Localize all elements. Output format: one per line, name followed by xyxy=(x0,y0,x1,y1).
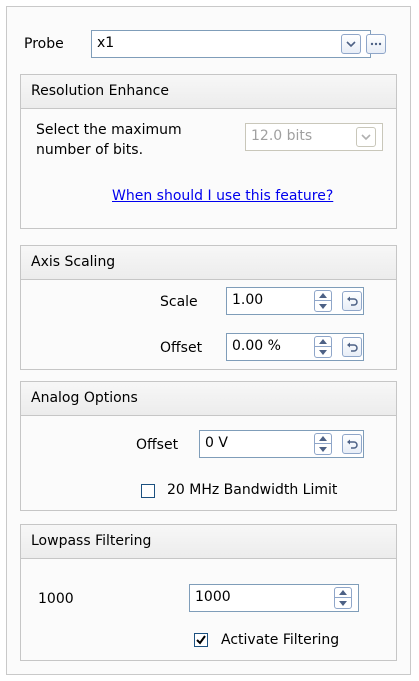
scale-value: 1.00 xyxy=(232,292,264,308)
scale-label: Scale xyxy=(160,294,198,310)
ellipsis-icon xyxy=(370,42,382,46)
scale-spinner[interactable] xyxy=(314,290,332,312)
analog-offset-value: 0 V xyxy=(205,435,228,451)
bits-dropdown-button[interactable] xyxy=(356,127,376,147)
spin-down-icon[interactable] xyxy=(315,444,331,454)
probe-value: x1 xyxy=(97,35,115,51)
probe-select[interactable]: x1 xyxy=(91,30,371,58)
scale-reset-button[interactable] xyxy=(342,291,362,311)
spin-down-icon[interactable] xyxy=(315,347,331,357)
analog-offset-spinner[interactable] xyxy=(314,433,332,455)
chevron-down-icon xyxy=(346,41,356,48)
axis-offset-reset-button[interactable] xyxy=(342,337,362,357)
spin-down-icon[interactable] xyxy=(335,598,351,608)
axis-scaling-title: Axis Scaling xyxy=(21,246,396,280)
probe-dropdown-button[interactable] xyxy=(341,34,361,54)
resolution-description-line1: Select the maximum xyxy=(36,122,182,138)
help-link[interactable]: When should I use this feature? xyxy=(112,188,333,204)
bandwidth-limit-label[interactable]: 20 MHz Bandwidth Limit xyxy=(167,482,337,498)
lowpass-field-value: 1000 xyxy=(195,589,231,605)
resolution-enhance-title: Resolution Enhance xyxy=(21,75,396,109)
bits-value: 12.0 bits xyxy=(251,128,313,144)
analog-offset-reset-button[interactable] xyxy=(342,434,362,454)
lowpass-spinner[interactable] xyxy=(334,587,352,609)
axis-offset-label: Offset xyxy=(160,340,203,356)
analog-offset-input[interactable]: 0 V xyxy=(199,430,364,458)
undo-icon xyxy=(347,342,358,352)
chevron-down-icon xyxy=(361,134,371,141)
probe-more-button[interactable] xyxy=(366,34,386,54)
spin-up-icon[interactable] xyxy=(315,434,331,444)
spin-down-icon[interactable] xyxy=(315,301,331,311)
analog-options-title: Analog Options xyxy=(21,382,396,416)
undo-icon xyxy=(347,296,358,306)
activate-filtering-checkbox[interactable] xyxy=(194,633,208,647)
probe-label: Probe xyxy=(24,36,64,52)
bandwidth-limit-checkbox[interactable] xyxy=(141,484,155,498)
spin-up-icon[interactable] xyxy=(315,337,331,347)
resolution-description-line2: number of bits. xyxy=(36,142,144,158)
lowpass-frequency-value: 1000 xyxy=(38,591,74,607)
axis-offset-spinner[interactable] xyxy=(314,336,332,358)
lowpass-filtering-title: Lowpass Filtering xyxy=(21,525,396,559)
spin-up-icon[interactable] xyxy=(315,291,331,301)
analog-offset-label: Offset xyxy=(136,437,179,453)
checkmark-icon xyxy=(196,635,206,645)
spin-up-icon[interactable] xyxy=(335,588,351,598)
axis-offset-value: 0.00 % xyxy=(232,338,281,354)
undo-icon xyxy=(347,439,358,449)
activate-filtering-label[interactable]: Activate Filtering xyxy=(221,632,339,648)
